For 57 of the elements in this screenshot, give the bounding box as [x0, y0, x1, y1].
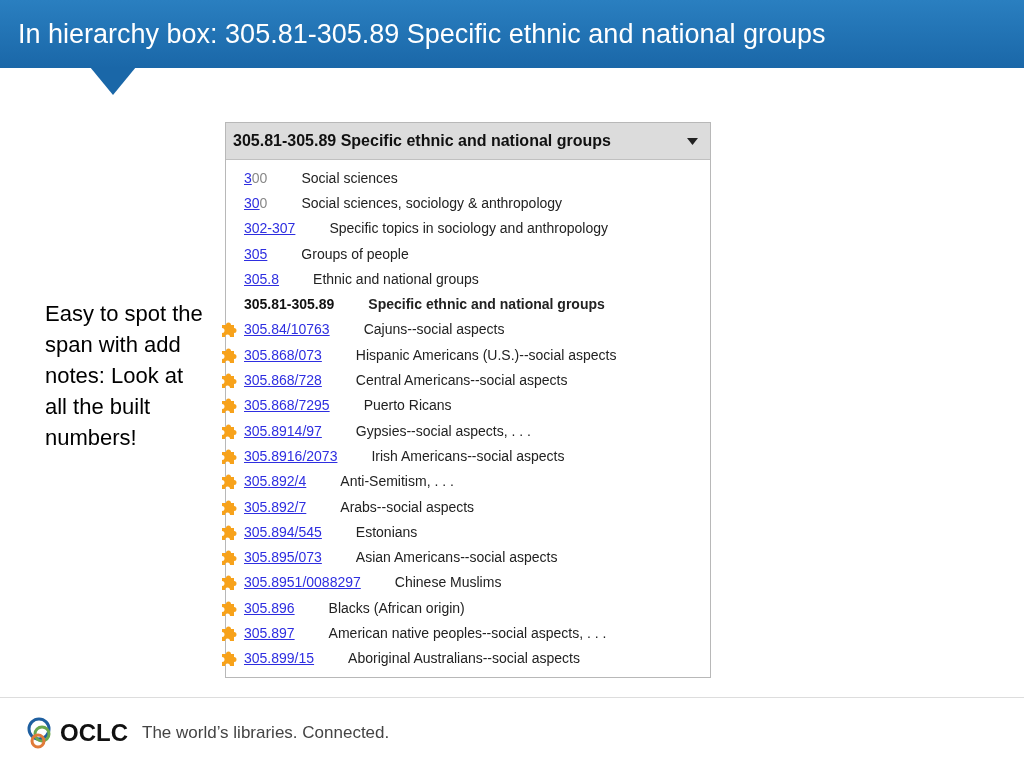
puzzle-piece-icon	[220, 396, 238, 415]
current-class-number: 305.81-305.89	[244, 296, 335, 313]
class-number-link[interactable]: 305.899/15	[244, 650, 315, 667]
class-caption: Anti-Semitism, . . .	[340, 473, 454, 490]
tagline: The world’s libraries. Connected.	[142, 723, 390, 743]
class-caption: Estonians	[355, 523, 418, 540]
class-caption: Irish Americans--social aspects	[371, 447, 565, 464]
class-number-link[interactable]: 3	[244, 169, 252, 186]
class-number-link[interactable]: 305.8	[244, 270, 280, 287]
puzzle-piece-icon	[220, 371, 238, 389]
number-suffix: 0	[259, 194, 268, 211]
caret-icon	[687, 137, 698, 145]
class-number-link[interactable]: 305.894/545	[244, 523, 322, 540]
class-number-link[interactable]: 305.868/728	[244, 372, 322, 388]
class-number-link[interactable]: 305.892/4	[244, 473, 307, 490]
number-suffix: 00	[251, 169, 268, 186]
class-caption: Specific topics in sociology and anthropology	[329, 220, 608, 237]
logo-wordmark: OCLC	[60, 719, 128, 747]
class-caption: Ethnic and national groups	[313, 270, 479, 287]
class-number-link[interactable]: 305	[244, 245, 268, 262]
class-number-link[interactable]: 30	[244, 194, 260, 211]
note-text: Easy to spot the span with add notes: Look at all the built numbers!	[45, 300, 204, 452]
class-caption: Blacks (African origin)	[328, 599, 465, 616]
class-caption: Cajuns--social aspects	[363, 321, 505, 338]
class-number-link[interactable]: 305.896	[244, 599, 295, 616]
class-caption: Gypsies--social aspects, . . .	[355, 422, 531, 439]
class-caption: Puerto Ricans	[363, 397, 452, 414]
class-number-link[interactable]: 305.868/073	[244, 346, 322, 363]
class-caption: Asian Americans--social aspects	[355, 549, 558, 566]
class-number-link[interactable]: 305.8916/2073	[244, 447, 338, 464]
class-caption: Groups of people	[301, 245, 409, 262]
puzzle-piece-icon	[220, 548, 238, 567]
class-number-link[interactable]: 305.8951/0088297	[244, 574, 361, 591]
class-number-link[interactable]: 305.8914/97	[244, 422, 322, 439]
notch-pointer	[90, 67, 136, 95]
puzzle-piece-icon	[220, 472, 238, 491]
class-number-link[interactable]: 305.84/10763	[244, 321, 330, 338]
puzzle-piece-icon	[220, 573, 238, 592]
class-caption: Specific ethnic and national groups	[368, 296, 605, 313]
class-caption: Aboriginal Australians--social aspects	[348, 650, 580, 667]
class-caption: Central Americans--social aspects	[355, 372, 568, 388]
class-number-link[interactable]: 305.895/073	[244, 549, 322, 566]
class-caption: American native peoples--social aspects, . . .	[328, 625, 607, 641]
puzzle-piece-icon	[220, 624, 238, 642]
class-number-link[interactable]: 305.897	[244, 625, 295, 641]
puzzle-piece-icon	[220, 320, 238, 339]
class-number-link[interactable]: 305.892/7	[244, 498, 307, 515]
class-number-link[interactable]: 302-307	[244, 220, 296, 237]
class-caption: Arabs--social aspects	[340, 498, 475, 515]
slide-title: In hierarchy box: 305.81-305.89 Specific ethnic and national groups	[18, 18, 826, 50]
puzzle-piece-icon	[220, 649, 238, 668]
class-caption: Chinese Muslims	[394, 574, 502, 591]
class-caption: Social sciences	[301, 169, 398, 186]
dropdown-header[interactable]: 305.81-305.89 Specific ethnic and national groups	[226, 123, 710, 160]
class-number-link[interactable]: 305.868/7295	[244, 397, 330, 414]
class-caption: Hispanic Americans (U.S.)--social aspects	[355, 346, 617, 363]
class-caption: Social sciences, sociology & anthropology	[301, 194, 563, 211]
